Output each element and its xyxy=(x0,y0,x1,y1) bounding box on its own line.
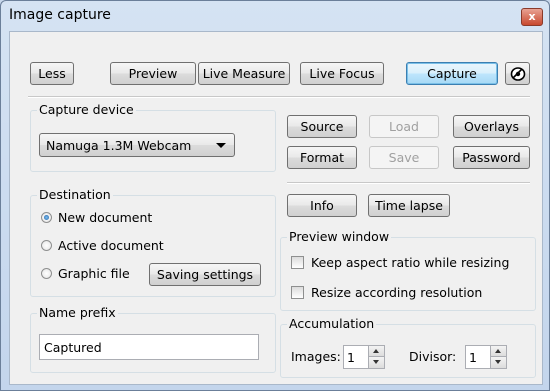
capture-settings-button[interactable] xyxy=(505,62,530,85)
info-button[interactable]: Info xyxy=(287,194,357,217)
less-button[interactable]: Less xyxy=(30,62,74,85)
capture-device-label: Capture device xyxy=(37,102,136,117)
name-prefix-group: Name prefix Captured xyxy=(30,305,276,373)
right-separator xyxy=(287,182,530,184)
keep-aspect-label: Keep aspect ratio while resizing xyxy=(311,255,510,270)
preview-window-label: Preview window xyxy=(287,229,392,244)
password-button[interactable]: Password xyxy=(453,146,530,169)
source-button[interactable]: Source xyxy=(287,115,357,138)
name-prefix-value: Captured xyxy=(44,340,102,355)
divisor-spinner[interactable]: 1 xyxy=(465,345,507,369)
spin-up-icon[interactable] xyxy=(369,346,384,357)
capture-device-select[interactable]: Namuga 1.3M Webcam xyxy=(39,133,235,157)
accumulation-group: Accumulation Images: 1 Divisor: 1 xyxy=(280,316,536,378)
images-value: 1 xyxy=(347,350,355,365)
divisor-label: Divisor: xyxy=(409,349,457,364)
radio-label: Active document xyxy=(58,238,164,253)
preview-window-group: Preview window Keep aspect ratio while r… xyxy=(280,229,536,311)
radio-label: Graphic file xyxy=(58,266,130,281)
capture-device-value: Namuga 1.3M Webcam xyxy=(46,138,192,153)
dialog-client-area: Less Preview Live Measure Live Focus Cap… xyxy=(9,31,543,385)
spinner-buttons xyxy=(368,346,384,368)
overlays-button[interactable]: Overlays xyxy=(453,115,530,138)
spin-up-icon[interactable] xyxy=(491,346,506,357)
spin-down-icon[interactable] xyxy=(491,357,506,368)
images-spinner[interactable]: 1 xyxy=(343,345,385,369)
accumulation-label: Accumulation xyxy=(287,316,377,331)
preview-button[interactable]: Preview xyxy=(110,62,196,85)
destination-label: Destination xyxy=(37,187,113,202)
checkbox-box xyxy=(291,286,304,299)
images-label: Images: xyxy=(291,349,341,364)
image-capture-window: Image capture x Less Preview Live Measur… xyxy=(0,0,550,391)
name-prefix-label: Name prefix xyxy=(37,305,118,320)
radio-indicator xyxy=(41,212,52,223)
format-button[interactable]: Format xyxy=(287,146,357,169)
destination-group: Destination New document Active document… xyxy=(30,187,276,297)
close-icon: x xyxy=(528,10,536,23)
close-button[interactable]: x xyxy=(521,8,543,26)
radio-indicator xyxy=(41,268,52,279)
toolbar-separator xyxy=(28,96,530,98)
resize-resolution-label: Resize according resolution xyxy=(311,285,483,300)
capture-button[interactable]: Capture xyxy=(406,62,498,85)
live-focus-button[interactable]: Live Focus xyxy=(300,62,384,85)
saving-settings-button[interactable]: Saving settings xyxy=(149,263,261,286)
chevron-down-icon xyxy=(216,143,226,148)
capture-device-group: Capture device Namuga 1.3M Webcam xyxy=(30,102,276,172)
save-button[interactable]: Save xyxy=(369,146,439,169)
spin-down-icon[interactable] xyxy=(369,357,384,368)
load-button[interactable]: Load xyxy=(369,115,439,138)
radio-label: New document xyxy=(58,210,153,225)
lens-icon xyxy=(510,67,526,81)
time-lapse-button[interactable]: Time lapse xyxy=(368,194,450,217)
window-title: Image capture xyxy=(9,7,111,23)
radio-indicator xyxy=(41,240,52,251)
checkbox-box xyxy=(291,256,304,269)
title-bar[interactable]: Image capture x xyxy=(1,1,549,31)
live-measure-button[interactable]: Live Measure xyxy=(198,62,290,85)
name-prefix-input[interactable]: Captured xyxy=(39,334,259,360)
divisor-value: 1 xyxy=(469,350,477,365)
spinner-buttons xyxy=(490,346,506,368)
